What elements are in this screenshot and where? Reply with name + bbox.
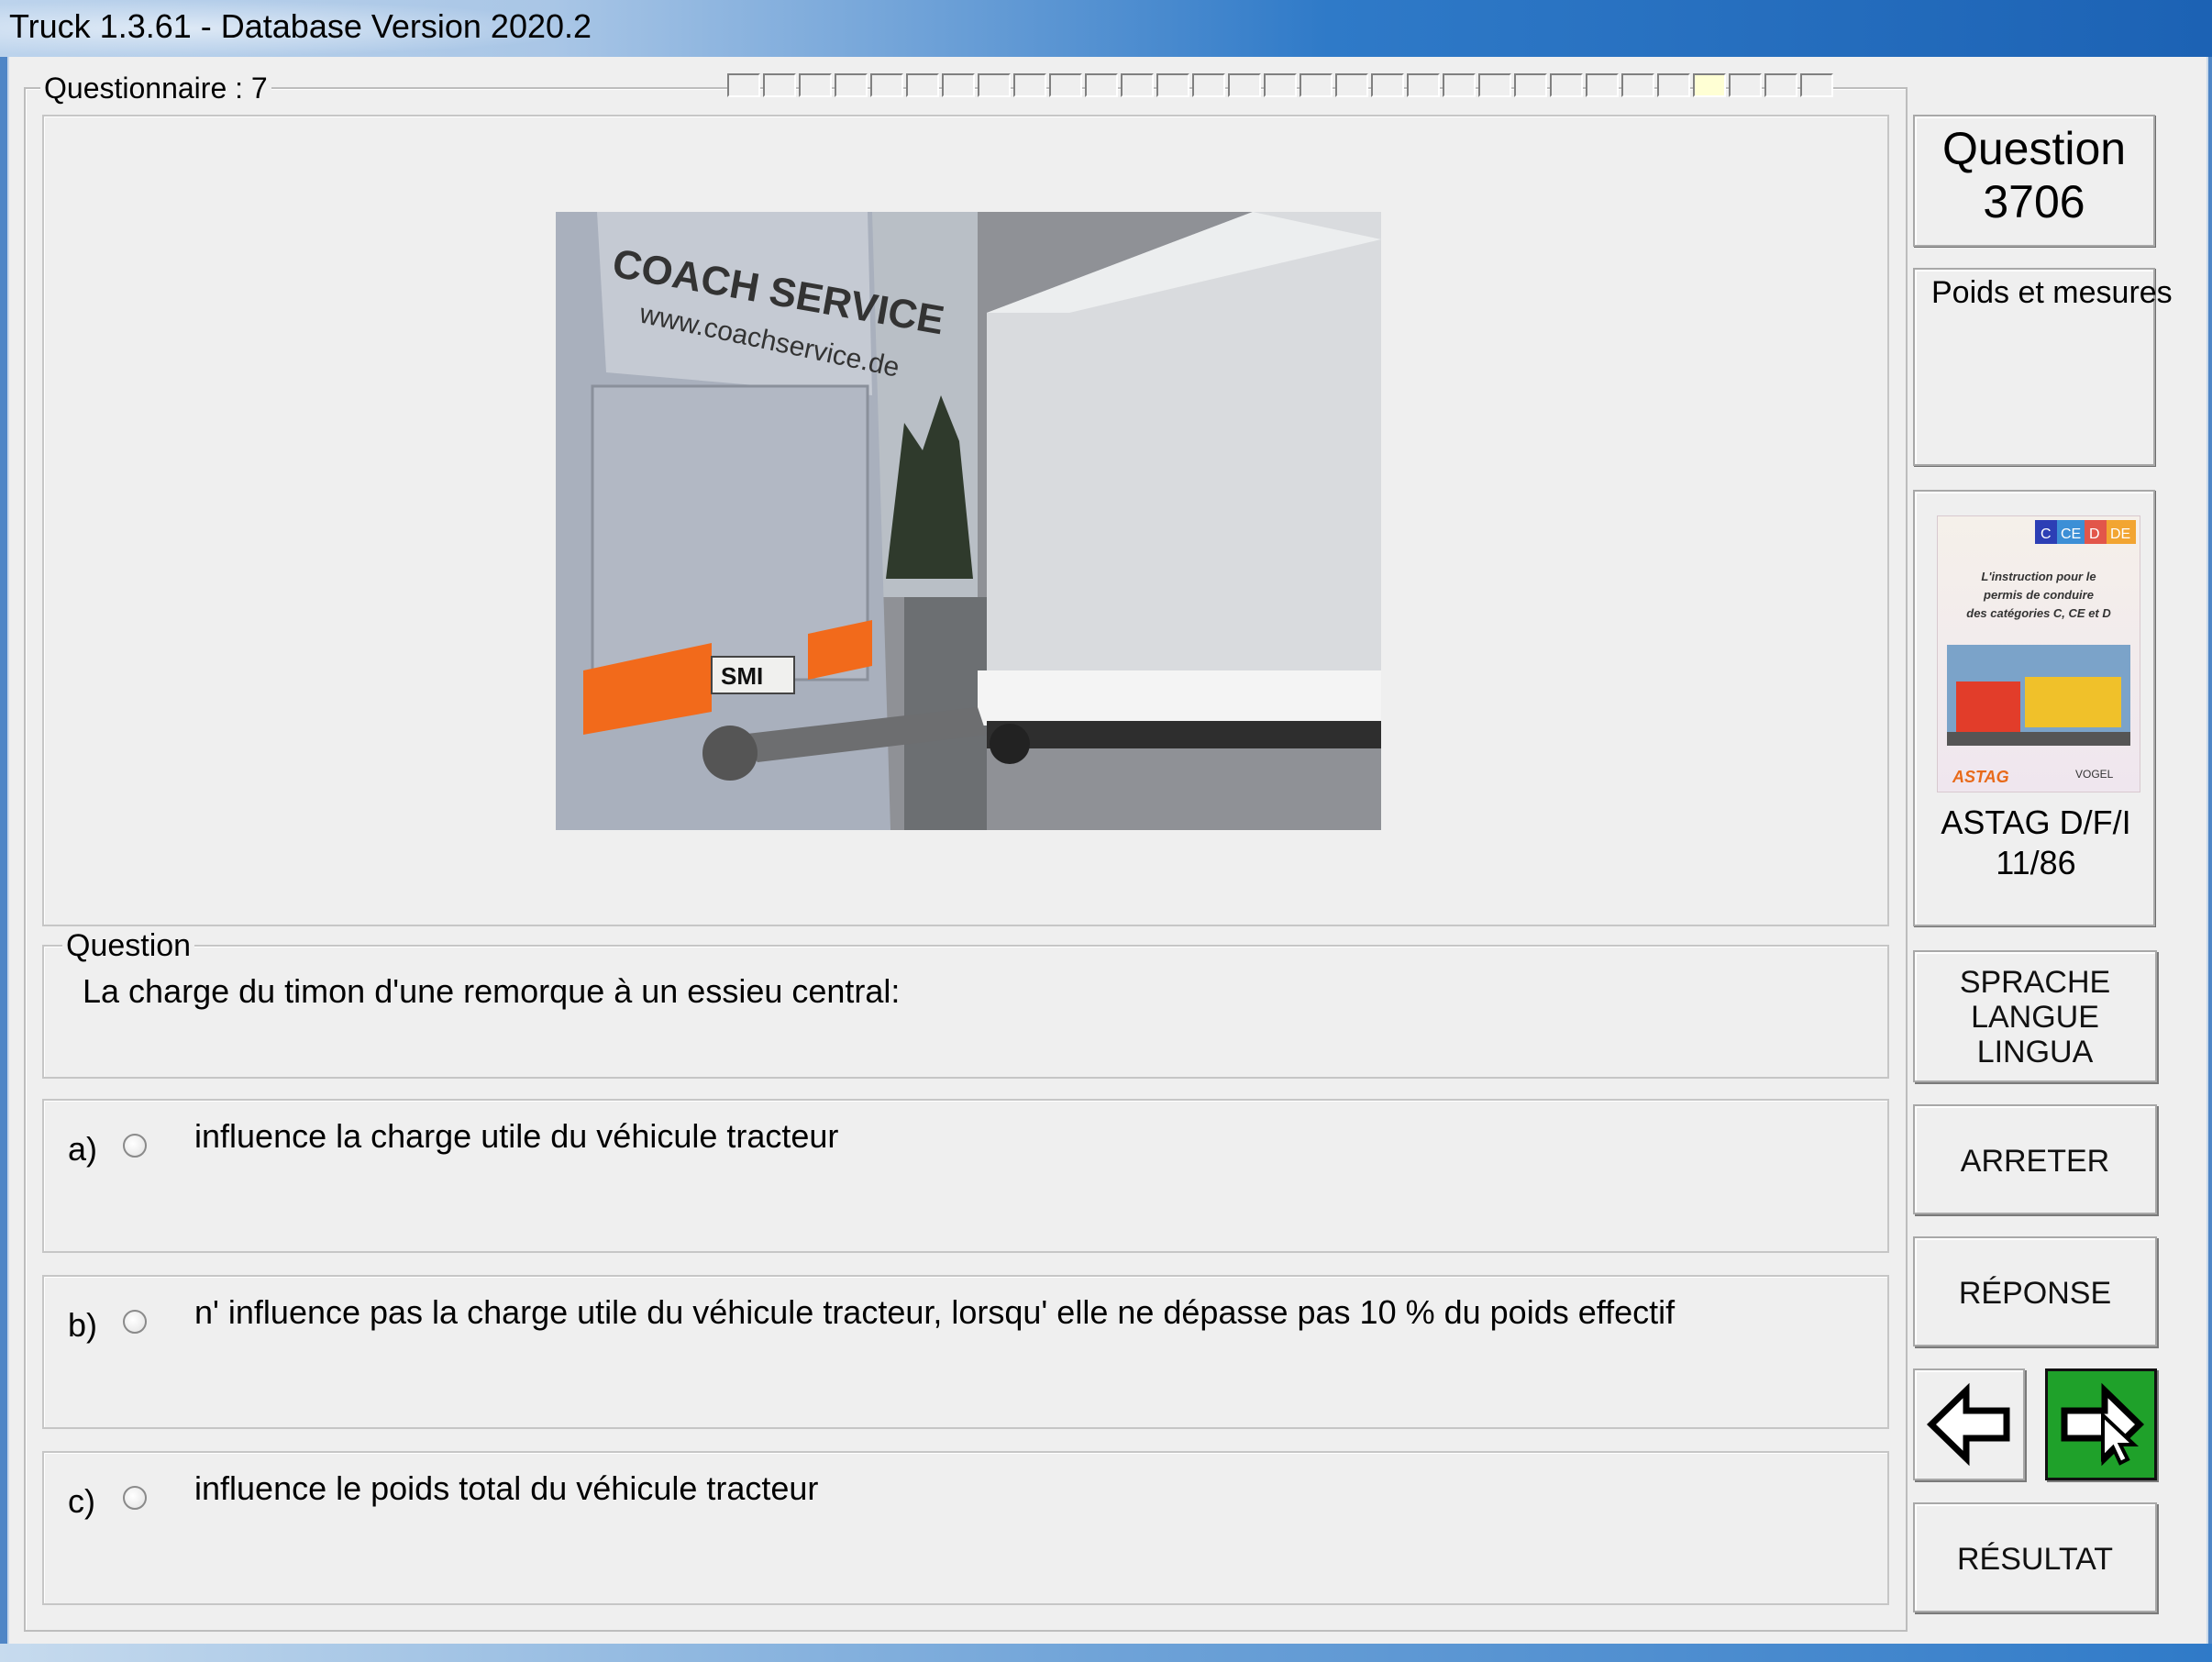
progress-cell xyxy=(1550,73,1583,97)
answer-radio-b[interactable] xyxy=(123,1310,147,1334)
answer-button[interactable]: RÉPONSE xyxy=(1913,1236,2157,1346)
next-button[interactable] xyxy=(2045,1368,2157,1480)
source-box: C CE D DE L'instruction pour le permis d… xyxy=(1913,490,2155,926)
language-label-it: LINGUA xyxy=(1976,1035,2094,1069)
book-logo-right: VOGEL xyxy=(2075,768,2114,781)
category-text: Poids et mesures xyxy=(1931,275,2173,310)
questionnaire-label: Questionnaire : 7 xyxy=(40,72,271,105)
progress-cell xyxy=(1657,73,1690,97)
book-title-line-3: des catégories C, CE et D xyxy=(1966,606,2111,620)
window-title: Truck 1.3.61 - Database Version 2020.2 xyxy=(9,7,592,45)
language-label-fr: LANGUE xyxy=(1971,1000,2099,1035)
book-cover-illustration: C CE D DE L'instruction pour le permis d… xyxy=(1947,520,2136,786)
progress-cell xyxy=(1121,73,1154,97)
progress-cell xyxy=(727,73,760,97)
category-box: Poids et mesures xyxy=(1913,268,2173,466)
progress-cell xyxy=(1156,73,1189,97)
arrow-left-icon xyxy=(1926,1382,2010,1467)
progress-cell xyxy=(1514,73,1547,97)
answer-letter-c: c) xyxy=(68,1482,95,1520)
answer-letter-a: a) xyxy=(68,1130,98,1168)
book-badge-de: DE xyxy=(2110,526,2130,542)
progress-cell xyxy=(942,73,975,97)
question-legend: Question xyxy=(62,928,195,964)
progress-cell xyxy=(1049,73,1082,97)
progress-cell xyxy=(1407,73,1440,97)
progress-cell xyxy=(1264,73,1297,97)
source-name: ASTAG D/F/I xyxy=(1941,803,2131,841)
title-bar: Truck 1.3.61 - Database Version 2020.2 xyxy=(0,0,2212,57)
taskbar-strip xyxy=(0,1644,2212,1662)
trailer-photo-illustration: COACH SERVICE www.coachservice.de SMI xyxy=(556,212,1381,830)
book-cover-image: C CE D DE L'instruction pour le permis d… xyxy=(1937,515,2140,792)
book-logo-left: ASTAG xyxy=(1952,768,2009,786)
language-label-de: SPRACHE xyxy=(1959,965,2111,1000)
answer-radio-a[interactable] xyxy=(123,1134,147,1158)
question-number-box: Question 3706 xyxy=(1913,115,2155,247)
answer-text-b[interactable]: n' influence pas la charge utile du véhi… xyxy=(194,1293,1675,1332)
question-text: La charge du timon d'une remorque à un e… xyxy=(83,972,901,1010)
book-badge-c: C xyxy=(2041,526,2052,542)
progress-cell xyxy=(1800,73,1833,97)
book-title-line-1: L'instruction pour le xyxy=(1981,570,2096,583)
book-title-line-2: permis de conduire xyxy=(1983,588,2094,602)
progress-cell xyxy=(1013,73,1046,97)
progress-cell xyxy=(1192,73,1225,97)
progress-cell xyxy=(1300,73,1333,97)
progress-cell xyxy=(1729,73,1762,97)
progress-cell xyxy=(1693,73,1726,97)
question-panel xyxy=(42,945,1889,1079)
progress-cell xyxy=(763,73,796,97)
book-badge-d: D xyxy=(2089,526,2100,542)
progress-cell xyxy=(835,73,868,97)
answer-radio-c[interactable] xyxy=(123,1486,147,1510)
progress-cell xyxy=(906,73,939,97)
progress-cell xyxy=(799,73,832,97)
progress-cell xyxy=(1335,73,1368,97)
source-page: 11/86 xyxy=(1996,844,2076,881)
progress-cell xyxy=(1764,73,1797,97)
progress-cell xyxy=(978,73,1011,97)
question-word: Question xyxy=(1941,123,2127,174)
language-button[interactable]: SPRACHE LANGUE LINGUA xyxy=(1913,950,2157,1082)
question-photo: COACH SERVICE www.coachservice.de SMI xyxy=(556,212,1381,830)
progress-cell xyxy=(870,73,903,97)
progress-cell xyxy=(1228,73,1261,97)
progress-cell xyxy=(1371,73,1404,97)
progress-cell xyxy=(1621,73,1654,97)
arrow-right-icon xyxy=(2061,1382,2145,1467)
book-badge-ce: CE xyxy=(2061,526,2081,542)
progress-cell xyxy=(1478,73,1511,97)
progress-cell xyxy=(1085,73,1118,97)
previous-button[interactable] xyxy=(1913,1368,2025,1480)
answer-text-c[interactable]: influence le poids total du véhicule tra… xyxy=(194,1469,818,1508)
progress-cell xyxy=(1586,73,1619,97)
progress-cell xyxy=(1443,73,1476,97)
question-number: 3706 xyxy=(1983,176,2085,227)
stop-button[interactable]: ARRETER xyxy=(1913,1104,2157,1214)
result-button[interactable]: RÉSULTAT xyxy=(1913,1502,2157,1612)
answer-text-a[interactable]: influence la charge utile du véhicule tr… xyxy=(194,1117,838,1156)
answer-letter-b: b) xyxy=(68,1306,98,1344)
progress-cells xyxy=(727,73,1904,103)
license-plate: SMI xyxy=(721,662,763,690)
